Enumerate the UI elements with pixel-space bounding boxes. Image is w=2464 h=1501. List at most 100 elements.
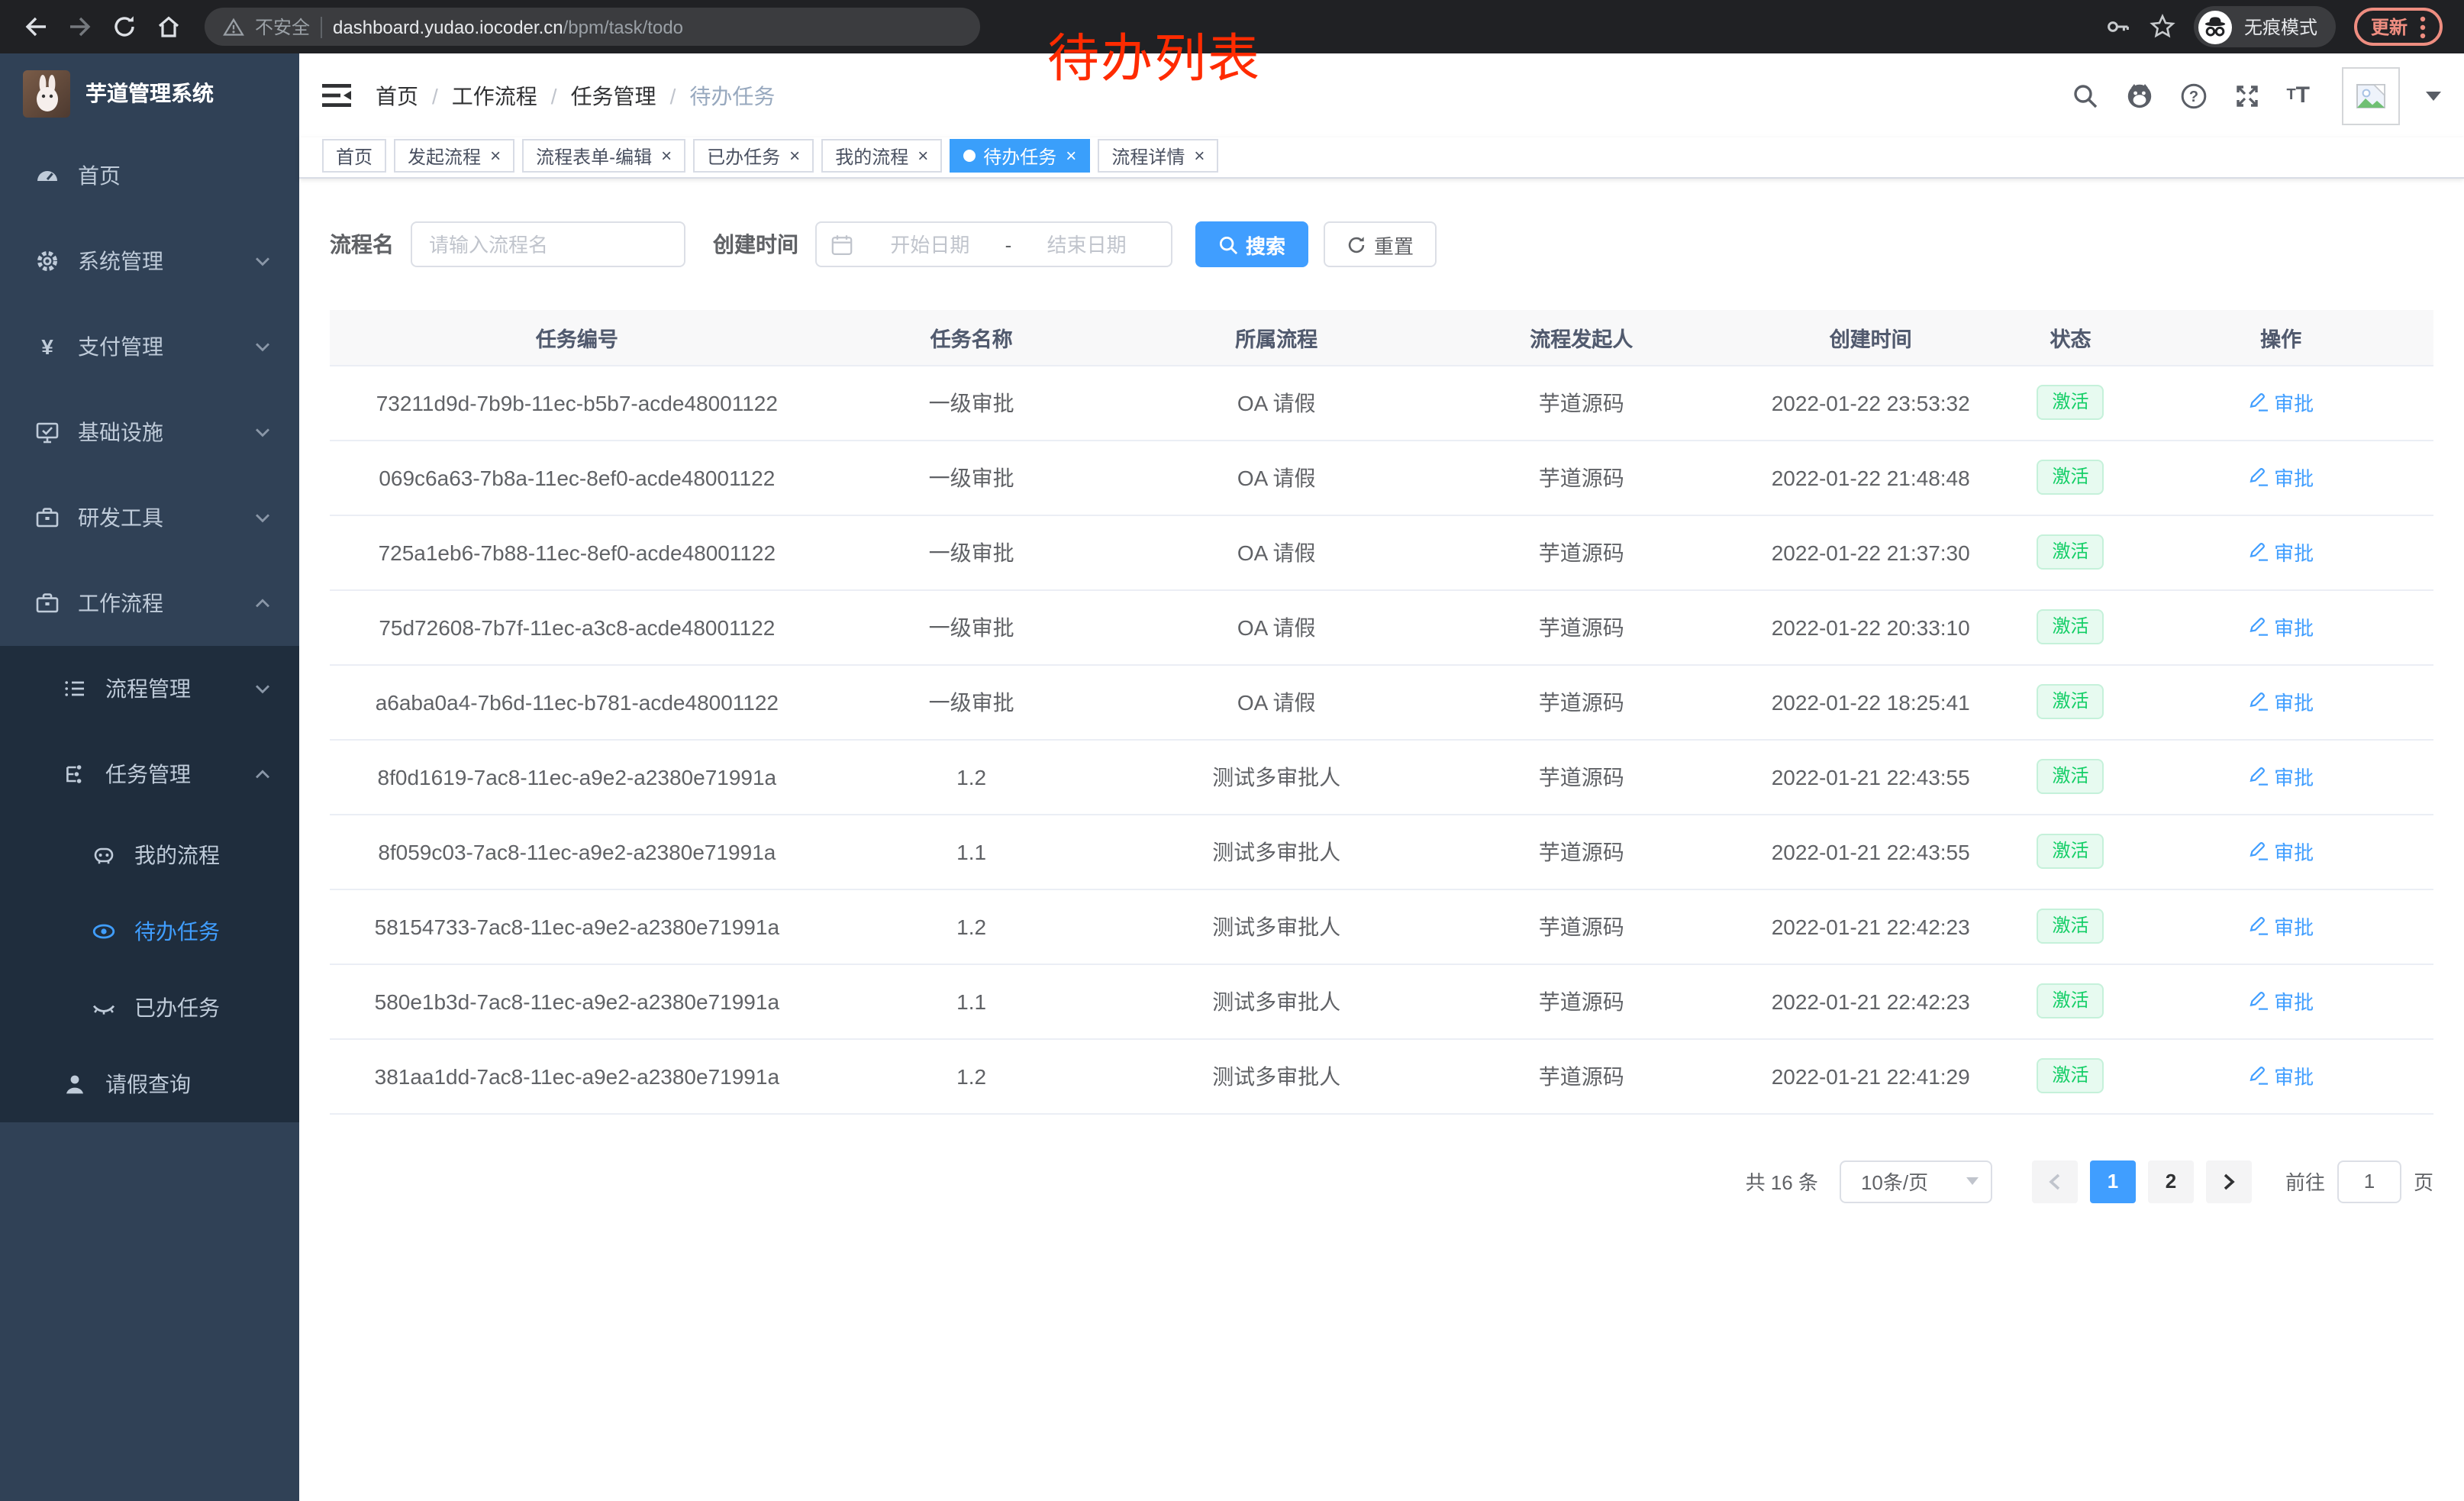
sidebar-item-label: 首页 — [78, 160, 121, 191]
approve-link[interactable]: 审批 — [2248, 837, 2314, 866]
starter-cell: 芋道源码 — [1434, 889, 1729, 964]
browser-forward-icon[interactable] — [60, 6, 101, 47]
security-label: 不安全 — [255, 14, 310, 40]
sidebar-item-workflow[interactable]: 工作流程 — [0, 560, 299, 646]
column-header-starter: 流程发起人 — [1434, 310, 1729, 365]
breadcrumb-home[interactable]: 首页 — [376, 80, 418, 111]
update-label: 更新 — [2371, 14, 2408, 40]
close-icon[interactable]: × — [1194, 147, 1205, 165]
task-name-cell: 一级审批 — [824, 589, 1119, 664]
breadcrumb: 首页 / 工作流程 / 任务管理 / 待办任务 — [376, 80, 775, 111]
app-logo-row[interactable]: 芋道管理系统 — [0, 53, 299, 133]
sidebar-collapse-hamburger-icon[interactable] — [322, 82, 351, 108]
approve-link-label: 审批 — [2274, 837, 2314, 866]
sidebar-item-done-tasks[interactable]: 已办任务 — [0, 970, 299, 1046]
sidebar-item-process-management[interactable]: 流程管理 — [0, 646, 299, 731]
task-name-cell: 1.2 — [824, 889, 1119, 964]
fullscreen-icon[interactable] — [2233, 82, 2260, 109]
sidebar-item-label: 我的流程 — [134, 840, 220, 870]
help-icon[interactable]: ? — [2179, 82, 2207, 109]
tab-my-processes[interactable]: 我的流程 × — [821, 139, 942, 173]
sidebar-item-todo-tasks[interactable]: 待办任务 — [0, 893, 299, 970]
tab-done-tasks[interactable]: 已办任务 × — [693, 139, 814, 173]
date-range-picker[interactable]: - — [815, 221, 1172, 267]
next-page-button[interactable] — [2206, 1160, 2252, 1202]
search-icon[interactable] — [2071, 82, 2098, 109]
incognito-icon — [2197, 8, 2233, 45]
tab-todo-tasks[interactable]: 待办任务 × — [950, 139, 1090, 173]
browser-update-button[interactable]: 更新 — [2354, 8, 2443, 46]
end-date-input[interactable] — [1016, 233, 1157, 256]
prev-page-button[interactable] — [2032, 1160, 2078, 1202]
avatar-caret-down-icon[interactable] — [2426, 91, 2441, 108]
sidebar-item-label: 基础设施 — [78, 417, 163, 447]
sidebar-item-infrastructure[interactable]: 基础设施 — [0, 389, 299, 475]
status-badge: 激活 — [2037, 384, 2104, 420]
search-icon — [1218, 234, 1238, 254]
approve-link[interactable]: 审批 — [2248, 612, 2314, 641]
sidebar-item-home[interactable]: 首页 — [0, 133, 299, 218]
approve-link[interactable]: 审批 — [2248, 388, 2314, 417]
close-icon[interactable]: × — [490, 147, 501, 165]
browser-menu-dots-icon[interactable] — [2420, 15, 2426, 39]
approve-link[interactable]: 审批 — [2248, 463, 2314, 492]
page-size-select[interactable]: 10条/页 — [1840, 1160, 1992, 1202]
sidebar-item-my-processes[interactable]: 我的流程 — [0, 817, 299, 893]
create-time-cell: 2022-01-21 22:42:23 — [1729, 964, 2013, 1038]
tab-process-form-edit[interactable]: 流程表单-编辑 × — [522, 139, 685, 173]
tab-label: 发起流程 — [408, 143, 481, 169]
sidebar-item-system[interactable]: 系统管理 — [0, 218, 299, 304]
column-header-process: 所属流程 — [1119, 310, 1434, 365]
url-path: /bpm/task/todo — [563, 16, 683, 37]
address-bar[interactable]: 不安全 dashboard.yudao.iocoder.cn/bpm/task/… — [205, 8, 980, 46]
search-button[interactable]: 搜索 — [1195, 221, 1308, 267]
passwords-key-icon[interactable] — [2105, 14, 2131, 40]
close-icon[interactable]: × — [661, 147, 672, 165]
browser-reload-icon[interactable] — [104, 6, 145, 47]
close-icon[interactable]: × — [918, 147, 928, 165]
table-row: 58154733-7ac8-11ec-a9e2-a2380e71991a 1.2… — [330, 889, 2433, 964]
approve-link[interactable]: 审批 — [2248, 912, 2314, 941]
breadcrumb-workflow[interactable]: 工作流程 — [452, 80, 537, 111]
sidebar: 芋道管理系统 首页 系统管理 ¥ 支付管理 — [0, 53, 299, 1501]
approve-link[interactable]: 审批 — [2248, 537, 2314, 567]
search-button-label: 搜索 — [1246, 230, 1285, 259]
start-date-input[interactable] — [859, 233, 1001, 256]
close-icon[interactable]: × — [789, 147, 800, 165]
sidebar-item-payment[interactable]: ¥ 支付管理 — [0, 304, 299, 389]
font-size-icon[interactable]: TT — [2286, 82, 2310, 108]
goto-page-input[interactable] — [2337, 1160, 2401, 1202]
sidebar-item-dev-tools[interactable]: 研发工具 — [0, 475, 299, 560]
approve-link[interactable]: 审批 — [2248, 1061, 2314, 1090]
approve-link[interactable]: 审批 — [2248, 986, 2314, 1015]
reset-button[interactable]: 重置 — [1324, 221, 1437, 267]
close-icon[interactable]: × — [1066, 147, 1076, 165]
user-avatar-broken-image[interactable] — [2342, 66, 2400, 124]
github-icon[interactable] — [2124, 81, 2153, 110]
tab-process-detail[interactable]: 流程详情 × — [1098, 139, 1218, 173]
starter-cell: 芋道源码 — [1434, 589, 1729, 664]
refresh-icon — [1346, 234, 1366, 254]
browser-home-icon[interactable] — [148, 6, 189, 47]
starter-cell: 芋道源码 — [1434, 1038, 1729, 1113]
approve-link[interactable]: 审批 — [2248, 687, 2314, 716]
svg-text:?: ? — [2188, 88, 2198, 105]
bookmark-star-icon[interactable] — [2150, 14, 2175, 40]
breadcrumb-task-management[interactable]: 任务管理 — [571, 80, 656, 111]
tab-start-process[interactable]: 发起流程 × — [394, 139, 514, 173]
task-id-cell: 73211d9d-7b9b-11ec-b5b7-acde48001122 — [330, 365, 824, 440]
app-title: 芋道管理系统 — [85, 78, 214, 108]
sidebar-item-leave-query[interactable]: 请假查询 — [0, 1046, 299, 1122]
approve-link[interactable]: 审批 — [2248, 762, 2314, 791]
browser-back-icon[interactable] — [15, 6, 56, 47]
table-row: 73211d9d-7b9b-11ec-b5b7-acde48001122 一级审… — [330, 365, 2433, 440]
page-button-2[interactable]: 2 — [2148, 1160, 2194, 1202]
task-id-cell: 381aa1dd-7ac8-11ec-a9e2-a2380e71991a — [330, 1038, 824, 1113]
page-button-1[interactable]: 1 — [2090, 1160, 2136, 1202]
approve-link-label: 审批 — [2274, 762, 2314, 791]
url-host: dashboard.yudao.iocoder.cn — [333, 16, 563, 37]
approve-link-label: 审批 — [2274, 912, 2314, 941]
sidebar-item-task-management[interactable]: 任务管理 — [0, 731, 299, 817]
process-name-input[interactable] — [411, 221, 685, 267]
tab-home[interactable]: 首页 — [322, 139, 386, 173]
